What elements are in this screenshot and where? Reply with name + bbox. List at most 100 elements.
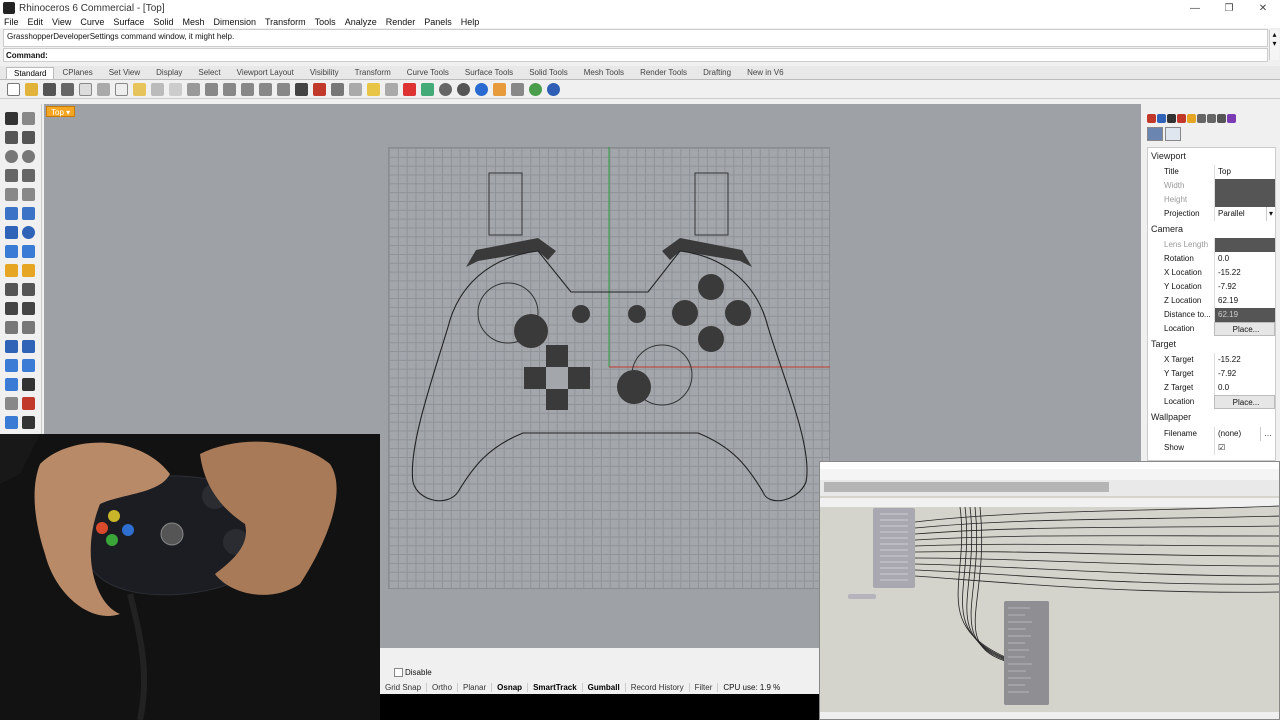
menu-render[interactable]: Render [386,17,416,27]
menu-transform[interactable]: Transform [265,17,306,27]
copy-object-icon[interactable] [22,321,35,334]
menu-dimension[interactable]: Dimension [213,17,256,27]
record-history-toggle[interactable]: Record History [626,682,690,692]
prop-row-target-location[interactable]: Location Place... [1148,395,1275,409]
prop-row-y-target[interactable]: Y Target -7.92 [1148,367,1275,381]
options-gear-icon[interactable] [511,83,524,96]
tab-drafting[interactable]: Drafting [695,66,739,79]
tab-transform[interactable]: Transform [347,66,399,79]
menu-mesh[interactable]: Mesh [182,17,204,27]
menu-panels[interactable]: Panels [424,17,452,27]
lock-icon[interactable] [385,83,398,96]
trim-icon[interactable] [5,283,18,296]
menu-view[interactable]: View [52,17,71,27]
maximize-button[interactable]: ❐ [1212,3,1246,14]
polygon-icon[interactable] [5,188,18,201]
zoom-icon[interactable] [205,83,218,96]
tab-new-in-v6[interactable]: New in V6 [739,66,791,79]
filter-toggle[interactable]: Filter [690,682,719,692]
projection-select[interactable]: Parallel ▾ [1214,207,1275,221]
tab-standard[interactable]: Standard [6,67,55,79]
undo-view-icon[interactable] [277,83,290,96]
explode-icon[interactable] [22,264,35,277]
browse-button[interactable]: … [1260,427,1275,441]
libraries-tab-icon[interactable] [1187,113,1196,123]
command-line[interactable]: Command: [3,48,1268,62]
analyze-icon[interactable] [5,359,18,372]
tab-solid-tools[interactable]: Solid Tools [521,66,576,79]
target-place-button[interactable]: Place... [1214,395,1275,409]
help-icon[interactable] [547,83,560,96]
planar-toggle[interactable]: Planar [458,682,493,692]
select-icon[interactable] [331,83,344,96]
freeform-icon[interactable] [22,188,35,201]
tab-viewport-layout[interactable]: Viewport Layout [229,66,302,79]
rectangle-icon[interactable] [22,169,35,182]
history-icon[interactable] [22,397,35,410]
lightbulb-icon[interactable] [367,83,380,96]
disable-checkbox[interactable] [394,668,403,677]
open-folder-icon[interactable] [25,83,38,96]
layer-icon[interactable] [403,83,416,96]
prop-row-distance[interactable]: Distance to... 62.19 [1148,308,1275,322]
dimension-icon[interactable] [22,340,35,353]
group-icon[interactable] [22,302,35,315]
tab-surface-tools[interactable]: Surface Tools [457,66,521,79]
rendered-icon[interactable] [457,83,470,96]
help-tab-icon[interactable] [1227,113,1236,123]
properties-tab-icon[interactable] [1147,113,1156,123]
new-file-icon[interactable] [7,83,20,96]
layout-icon[interactable] [5,416,18,429]
prop-row-camera-location[interactable]: Location Place... [1148,322,1275,336]
tab-cplanes[interactable]: CPlanes [54,66,100,79]
shade-icon[interactable] [439,83,452,96]
menu-help[interactable]: Help [461,17,480,27]
tab-mesh-tools[interactable]: Mesh Tools [576,66,632,79]
menu-edit[interactable]: Edit [28,17,44,27]
curvature-icon[interactable] [22,359,35,372]
tab-visibility[interactable]: Visibility [302,66,347,79]
smarttrack-toggle[interactable]: SmartTrack [528,682,583,692]
properties-icon[interactable] [79,83,92,96]
color-wheel-icon[interactable] [421,83,434,96]
ortho-toggle[interactable]: Ortho [427,682,459,692]
tab-curve-tools[interactable]: Curve Tools [399,66,457,79]
text-icon[interactable] [5,340,18,353]
materials-tab-icon[interactable] [1177,113,1186,123]
prop-row-projection[interactable]: Projection Parallel ▾ [1148,207,1275,221]
mesh-icon[interactable] [5,245,18,258]
render-icon[interactable] [475,83,488,96]
move-icon[interactable] [5,321,18,334]
environment-tab-icon[interactable] [1197,113,1206,123]
save-icon[interactable] [43,83,56,96]
boolean-icon[interactable] [5,264,18,277]
command-scrollbar[interactable]: ▴ ▾ [1269,30,1279,60]
curve-icon[interactable] [22,131,35,144]
four-viewports-icon[interactable] [295,83,308,96]
tab-select[interactable]: Select [190,66,228,79]
tab-render-tools[interactable]: Render Tools [632,66,695,79]
cut-icon[interactable] [97,83,110,96]
arc-icon[interactable] [5,169,18,182]
viewport-title-tab[interactable]: Top ▾ [46,106,76,117]
zoom-extents-icon[interactable] [241,83,254,96]
prop-row-show[interactable]: Show ☑ [1148,441,1275,455]
ellipse-icon[interactable] [22,150,35,163]
menu-surface[interactable]: Surface [113,17,144,27]
toggle-component[interactable] [848,594,876,599]
polyline-icon[interactable] [5,131,18,144]
print-icon[interactable] [61,83,74,96]
controller-drawing[interactable] [388,147,830,589]
join-icon[interactable] [5,302,18,315]
osnap-icon[interactable] [349,83,362,96]
menu-curve[interactable]: Curve [80,17,104,27]
zoom-window-icon[interactable] [223,83,236,96]
grasshopper-window[interactable] [819,461,1280,720]
osnap-toggle[interactable]: Osnap [492,682,529,692]
minimize-button[interactable]: — [1178,3,1212,14]
show-wallpaper-checkbox[interactable]: ☑ [1214,441,1275,455]
cplane-icon[interactable] [313,83,326,96]
prop-row-z-target[interactable]: Z Target 0.0 [1148,381,1275,395]
menu-solid[interactable]: Solid [153,17,173,27]
select-arrow-icon[interactable] [5,112,18,125]
